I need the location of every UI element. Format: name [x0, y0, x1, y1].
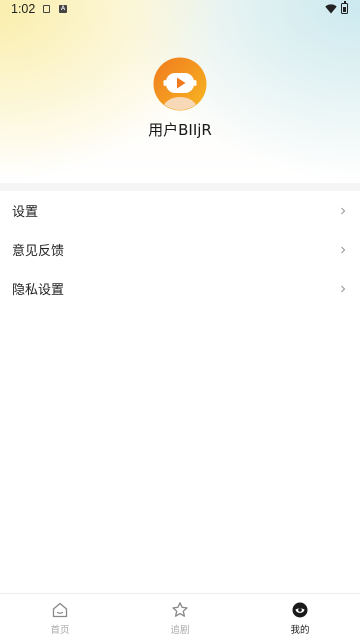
avatar[interactable] — [153, 57, 207, 111]
nav-label: 我的 — [290, 625, 310, 636]
chevron-right-icon — [341, 285, 346, 292]
settings-menu: 设置 意见反馈 隐私设置 — [0, 191, 360, 308]
battery-icon — [341, 1, 348, 14]
menu-item-feedback[interactable]: 意见反馈 — [0, 230, 360, 269]
nav-item-mine[interactable]: 我的 — [240, 594, 360, 640]
chevron-right-icon — [341, 207, 346, 214]
menu-item-privacy[interactable]: 隐私设置 — [0, 269, 360, 308]
nav-label: 首页 — [50, 625, 70, 636]
status-time: 1:02 — [11, 2, 36, 16]
play-face-avatar-icon — [153, 57, 207, 111]
notification-icon — [43, 5, 50, 13]
nav-item-follow[interactable]: 追剧 — [120, 594, 240, 640]
section-divider — [0, 183, 360, 191]
nav-item-home[interactable]: 首页 — [0, 594, 120, 640]
wifi-icon — [325, 4, 337, 14]
status-bar: 1:02 A — [0, 0, 360, 20]
bottom-nav: 首页 追剧 我的 — [0, 593, 360, 640]
home-icon — [52, 602, 68, 618]
nav-label: 追剧 — [170, 625, 190, 636]
menu-item-label: 意见反馈 — [12, 244, 65, 259]
star-icon — [172, 602, 188, 617]
username: 用户BIIjR — [148, 121, 212, 139]
chevron-right-icon — [341, 246, 346, 253]
profile-icon — [292, 602, 308, 618]
menu-item-label: 隐私设置 — [12, 283, 65, 298]
menu-item-settings[interactable]: 设置 — [0, 191, 360, 230]
app-notification-icon: A — [59, 5, 67, 13]
menu-item-label: 设置 — [12, 205, 39, 220]
